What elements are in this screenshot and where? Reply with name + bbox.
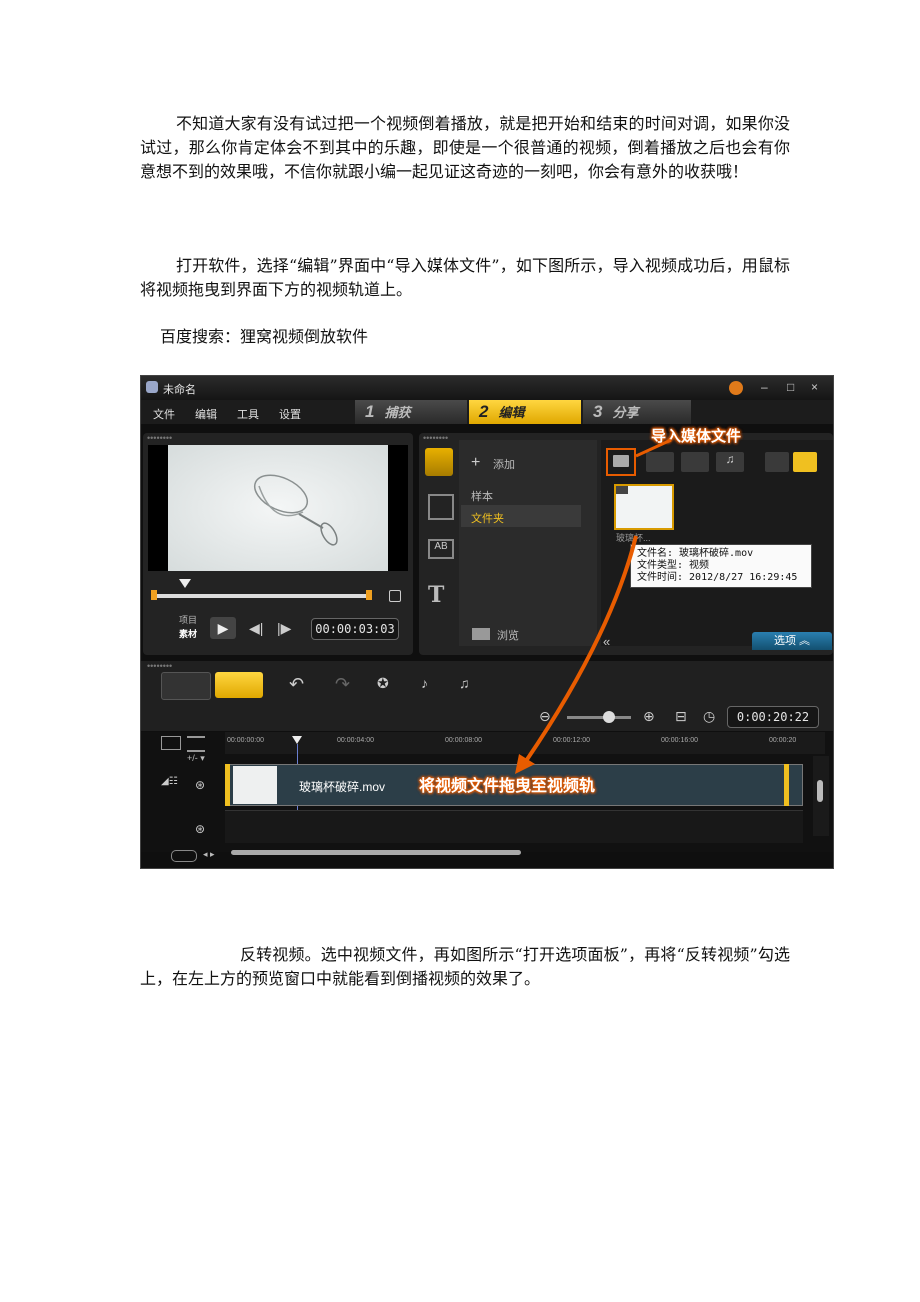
- step-import-paragraph: 打开软件，选择“编辑”界面中“导入媒体文件”，如下图所示，导入视频成功后，用鼠标…: [140, 256, 790, 299]
- callout-arrows: [515, 438, 672, 774]
- drag-arrow: [524, 535, 638, 763]
- reverse-video-paragraph: 反转视频。选中视频文件，再如图所示“打开选项面板”，再将“反转视频”勾选上，在左…: [140, 945, 790, 988]
- drag-arrowhead: [515, 754, 535, 774]
- import-arrow: [635, 438, 672, 458]
- editor-screenshot: 未命名 – □ × 文件 编辑 工具 设置 1 捕获 2 编辑 3 分享 ••••••…: [140, 375, 834, 869]
- intro-paragraph: 不知道大家有没有试过把一个视频倒着播放，就是把开始和结束的时间对调，如果你没试过…: [140, 114, 790, 181]
- search-hint-paragraph: 百度搜索：狸窝视频倒放软件: [160, 327, 369, 346]
